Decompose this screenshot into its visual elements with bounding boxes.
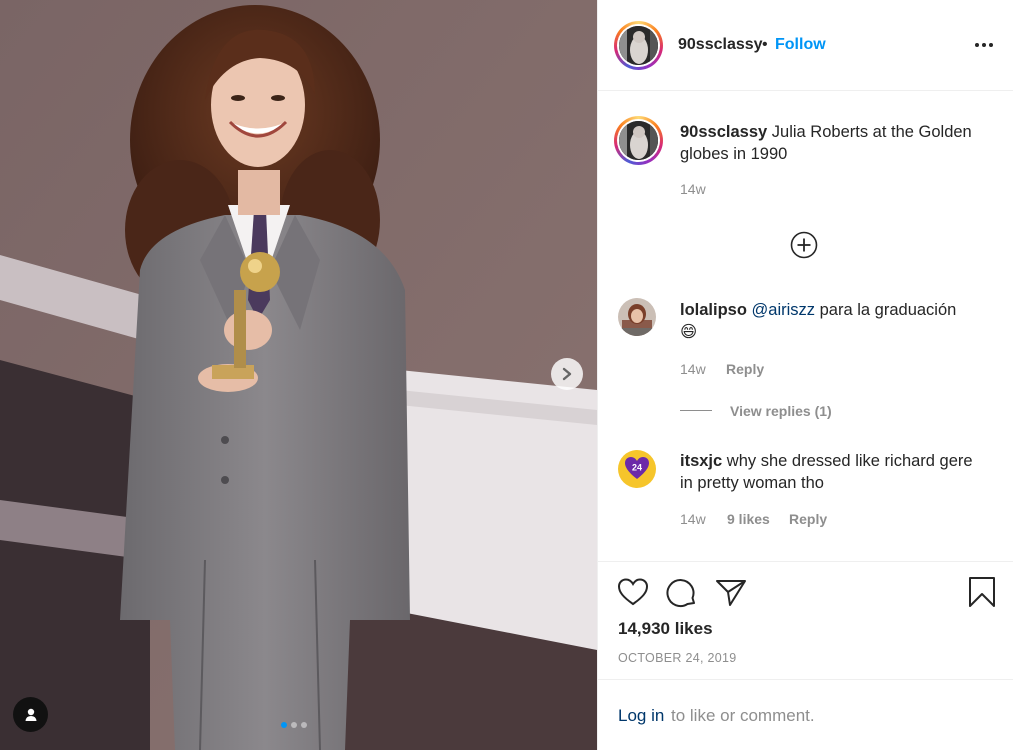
post-caption: 90ssclassy Julia Roberts at the Golden g…: [680, 121, 985, 165]
comment-1: lolalipso @airiszz para la graduación 😄: [680, 299, 990, 343]
user-tag-button[interactable]: [13, 697, 48, 732]
post-details-panel: 90ssclassy • Follow 90ssclassy Julia Rob…: [597, 0, 1013, 750]
more-options-button[interactable]: [975, 38, 997, 52]
commenter-avatar-image: [618, 298, 656, 336]
header-separator: •: [762, 36, 768, 53]
caption-username[interactable]: 90ssclassy: [680, 123, 767, 141]
login-link[interactable]: Log in: [618, 706, 664, 726]
comment-text: why she dressed like richard gere in pre…: [680, 452, 973, 492]
login-prompt: Log in to like or comment.: [598, 679, 1013, 750]
comment-1-reply-button[interactable]: Reply: [726, 361, 764, 377]
caption-avatar-image: [619, 121, 658, 160]
user-tag-icon: [25, 708, 36, 721]
login-prompt-text: to like or comment.: [671, 706, 815, 725]
author-avatar-image: [619, 26, 658, 65]
comment-text: para la graduación: [815, 301, 957, 319]
chevron-right-icon: [562, 367, 572, 381]
comment-2: itsxjc why she dressed like richard gere…: [680, 450, 980, 494]
svg-text:24: 24: [632, 463, 642, 473]
comment-1-age[interactable]: 14w: [680, 361, 706, 377]
comment-2-likes[interactable]: 9 likes: [727, 511, 770, 527]
comment-mention[interactable]: @airiszz: [752, 301, 816, 319]
photo-image: [0, 0, 597, 750]
carousel-dot: [291, 722, 297, 728]
bookmark-icon[interactable]: [967, 576, 997, 608]
carousel-dot: [301, 722, 307, 728]
carousel-dot-active: [281, 722, 287, 728]
view-replies-button[interactable]: View replies (1): [730, 403, 832, 419]
grinning-emoji: 😄: [680, 323, 698, 341]
replies-divider: [680, 410, 712, 411]
share-icon[interactable]: [715, 578, 747, 608]
post-header: 90ssclassy • Follow: [598, 0, 1013, 91]
comment-2-reply-button[interactable]: Reply: [789, 511, 827, 527]
follow-button[interactable]: Follow: [775, 36, 826, 54]
comment-icon[interactable]: [666, 577, 698, 609]
caption-avatar[interactable]: [614, 116, 663, 165]
likes-count[interactable]: 14,930 likes: [618, 619, 713, 639]
comment-2-age[interactable]: 14w: [680, 511, 706, 527]
carousel-indicators: [281, 722, 307, 728]
comment-username[interactable]: itsxjc: [680, 452, 722, 470]
commenter-avatar[interactable]: [618, 298, 656, 336]
caption-age[interactable]: 14w: [680, 181, 706, 197]
next-photo-button[interactable]: [551, 358, 583, 390]
author-username[interactable]: 90ssclassy: [678, 36, 763, 54]
author-avatar[interactable]: [614, 21, 663, 70]
commenter-avatar[interactable]: 24: [618, 450, 656, 488]
post-photo: [0, 0, 597, 750]
post-date[interactable]: OCTOBER 24, 2019: [618, 651, 737, 665]
plus-circle-icon[interactable]: [790, 231, 818, 259]
more-horizontal-icon: [975, 43, 979, 47]
heart-icon[interactable]: [617, 577, 649, 607]
comment-username[interactable]: lolalipso: [680, 301, 747, 319]
commenter-avatar-image: 24: [618, 450, 656, 488]
